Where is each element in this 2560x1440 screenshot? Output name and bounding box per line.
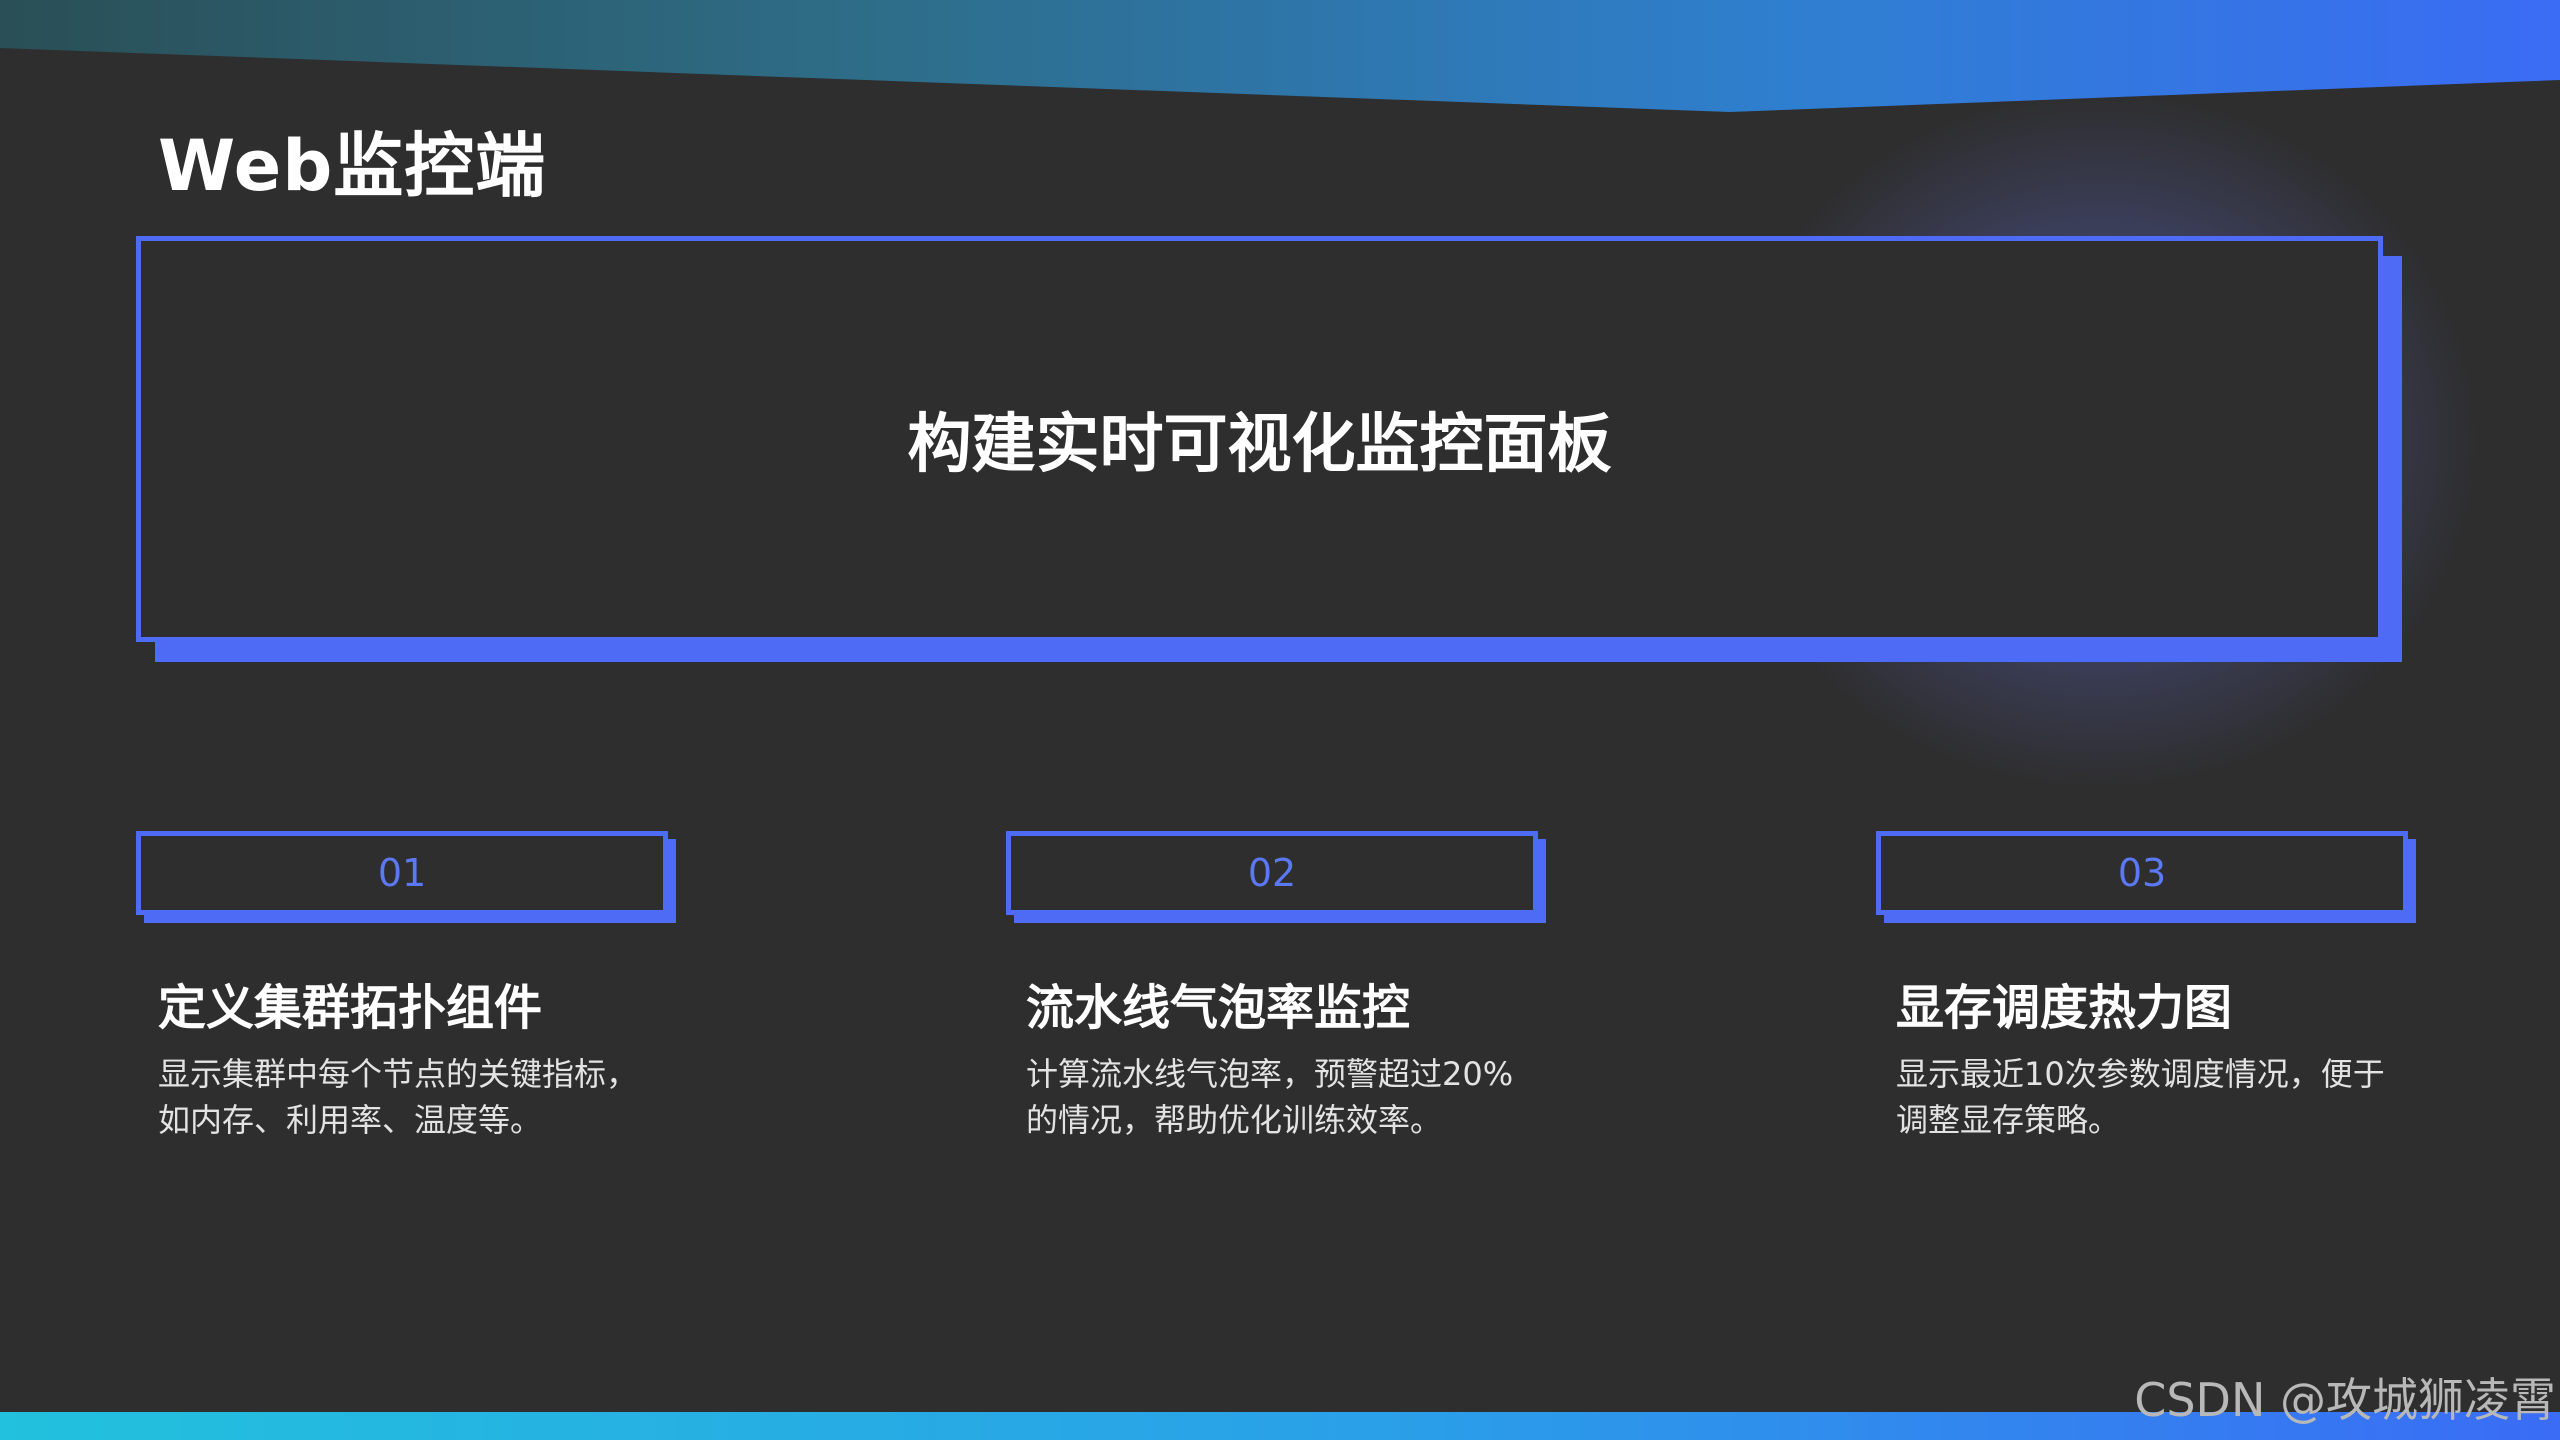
card-description-line: 调整显存策略。 [1896,1101,2121,1139]
card-description-line: 显示集群中每个节点的关键指标， [158,1055,639,1093]
page-title: Web监控端 [158,125,547,207]
card-number: 02 [1247,851,1297,895]
card-description-line: 如内存、利用率、温度等。 [158,1101,543,1139]
hero-text: 构建实时可视化监控面板 [907,408,1612,482]
card-number-badge: 02 [1006,831,1538,915]
hero-panel: 构建实时可视化监控面板 [136,236,2383,642]
card-number: 01 [377,851,427,895]
watermark: CSDN @攻城狮凌霄 [2134,1373,2556,1427]
card-title: 定义集群拓扑组件 [158,980,543,1036]
card-description-line: 显示最近10次参数调度情况，便于 [1896,1055,2385,1093]
card-description-line: 的情况，帮助优化训练效率。 [1026,1101,1443,1139]
card-number: 03 [2117,851,2167,895]
card-description: 计算流水线气泡率，预警超过20% 的情况，帮助优化训练效率。 [1026,1051,1513,1143]
card-description-line: 计算流水线气泡率，预警超过20% [1026,1055,1514,1093]
card-number-badge: 01 [136,831,668,915]
card-number-badge: 03 [1876,831,2408,915]
card-description: 显示集群中每个节点的关键指标， 如内存、利用率、温度等。 [158,1051,638,1143]
card-title: 显存调度热力图 [1896,980,2233,1036]
card-description: 显示最近10次参数调度情况，便于 调整显存策略。 [1896,1051,2385,1143]
card-title: 流水线气泡率监控 [1026,980,1411,1036]
